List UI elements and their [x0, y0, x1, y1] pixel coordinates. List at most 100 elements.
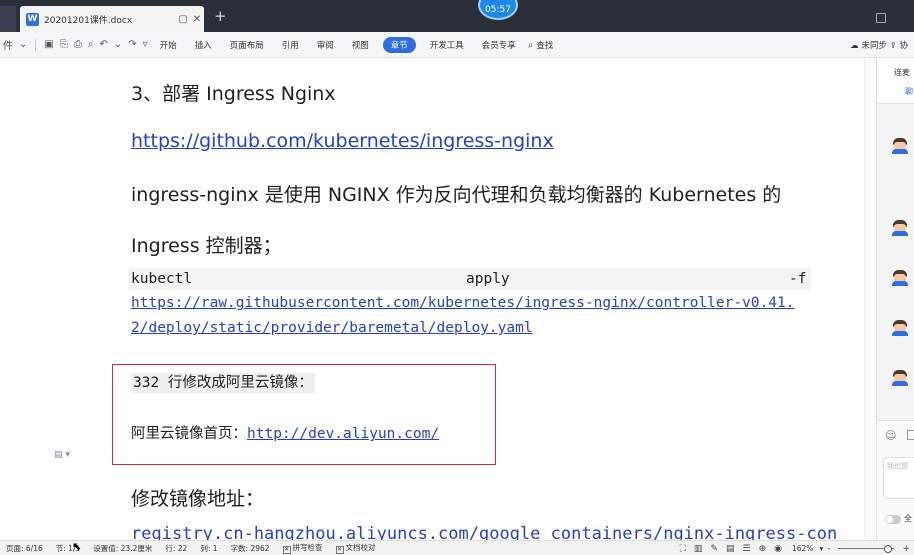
checkbox-icon: ✕ [335, 546, 344, 554]
avatar[interactable] [892, 320, 908, 336]
wps-writer-icon: W [26, 12, 39, 26]
avatar[interactable] [892, 220, 908, 236]
menu-page-layout[interactable]: 页面布局 [230, 39, 264, 51]
save-icon[interactable]: ▣ [44, 39, 53, 50]
menu-review[interactable]: 审阅 [317, 39, 334, 51]
code-line: kubectl apply -f [129, 268, 811, 290]
sync-label: 未同步 [861, 41, 887, 51]
separator [35, 38, 37, 51]
avatar[interactable] [892, 270, 908, 286]
zoom-dropdown-icon[interactable]: ▾ [819, 544, 823, 553]
zoom-in-button[interactable]: + [902, 544, 910, 554]
search-label: 查找 [536, 40, 554, 51]
word-count[interactable]: 字数: 2962 [231, 543, 270, 554]
menu-home[interactable]: 开始 [160, 39, 177, 51]
view-controls: ⛶ ▥ ✎ ▤ ☰ ⊕ ◉ 162% ▾ - + [676, 541, 914, 555]
aliyun-label: 阿里云镜像首页： [131, 426, 247, 442]
document-tab[interactable]: W 20201201课件.docx ▢ ✕ [20, 6, 204, 32]
quick-access-more-icon[interactable]: ▿ [143, 39, 148, 50]
side-panel-title: 连麦 [894, 68, 910, 77]
zoom-level[interactable]: 162% [792, 544, 813, 553]
fullscreen-icon[interactable]: ⛶ [680, 544, 686, 554]
menu-chapter[interactable]: 章节 [382, 36, 416, 53]
print-icon[interactable]: ⎙ [74, 39, 82, 50]
print-preview-icon[interactable]: ⌕ [88, 39, 94, 50]
side-panel-tab[interactable]: 聊 [905, 86, 913, 97]
document-page[interactable]: 3、部署 Ingress Nginx https://github.com/ku… [0, 58, 876, 540]
subheading: 修改镜像地址： [131, 488, 265, 510]
undo-dropdown-icon[interactable]: ⌄ [114, 39, 122, 50]
side-panel: 连麦 聊 ☺ 我也想 全 [876, 58, 914, 540]
web-view-icon[interactable]: ⊕ [759, 544, 767, 554]
eye-protection-icon[interactable]: ◉ [774, 544, 782, 554]
tab-message-icon[interactable]: ▢ [176, 14, 190, 25]
edit-mode-icon[interactable]: ✎ [710, 544, 718, 554]
menu-insert[interactable]: 插入 [195, 39, 212, 51]
status-bar: 页面: 6/16 节: 1/1 设置值: 23.2厘米 行: 22 列: 1 字… [0, 540, 914, 555]
recording-clock: 05:57 [478, 0, 518, 20]
mouse-cursor-icon: ⬉ [72, 540, 82, 553]
avatar[interactable] [892, 138, 908, 154]
proofread-button[interactable]: ✕ 文档校对 [335, 542, 376, 554]
chat-input-area: ☺ 我也想 全 [877, 420, 914, 540]
paragraph-line-1: ingress-nginx 是使用 NGINX 作为反向代理和负载均衡器的 Ku… [131, 184, 782, 206]
side-panel-header: 连麦 聊 [877, 58, 914, 104]
search-button[interactable]: ⌕ 查找 [525, 39, 554, 51]
page-view-icon[interactable]: ▤ [726, 544, 735, 554]
vertical-scrollbar[interactable] [864, 58, 876, 540]
page-indicator[interactable]: 页面: 6/16 [6, 543, 43, 554]
paragraph-marker-icon[interactable]: ▤ ▾ [54, 450, 70, 460]
code-command: kubectl [131, 271, 193, 287]
chat-input[interactable]: 我也想 [883, 457, 914, 499]
cloud-icon: ☁ [850, 41, 859, 51]
title-bar: W 20201201课件.docx ▢ ✕ + 05:57 [0, 0, 914, 32]
row-indicator: 行: 22 [165, 543, 188, 553]
sync-status[interactable]: ☁ 未同步 ⇪ 协 [850, 39, 908, 51]
search-icon: ⌕ [527, 39, 534, 51]
file-dropdown-icon[interactable]: ⌄ [19, 39, 27, 50]
emoji-icon[interactable]: ☺ [885, 429, 896, 442]
format-painter-icon[interactable]: ⎘ [60, 39, 68, 50]
spell-check-label: 拼写检查 [292, 543, 323, 552]
code-subcommand: apply [466, 271, 510, 287]
menu-references[interactable]: 引用 [282, 39, 299, 51]
toggle-label: 全 [904, 514, 912, 523]
window-control-icon[interactable] [876, 13, 886, 23]
undo-icon[interactable]: ↶ [99, 39, 107, 50]
checkbox-icon: ✕ [282, 546, 291, 554]
previous-tab-stub[interactable] [0, 6, 16, 32]
menu-member[interactable]: 会员专享 [482, 39, 516, 51]
zoom-slider[interactable] [838, 545, 895, 553]
deploy-url-line-1[interactable]: https://raw.githubusercontent.com/kubern… [131, 295, 794, 311]
box-line-1-text: 332 行修改成阿里云镜像： [131, 373, 315, 393]
share-icon: ⇪ [889, 41, 897, 51]
close-tab-icon[interactable]: ✕ [190, 14, 204, 25]
image-icon[interactable] [907, 430, 914, 440]
menu-view[interactable]: 视图 [352, 39, 369, 51]
code-flag: -f [789, 271, 807, 287]
spell-check-toggle[interactable]: ✕ 拼写检查 [282, 542, 323, 554]
redo-icon[interactable]: ↷ [128, 39, 136, 50]
avatar[interactable] [892, 370, 908, 386]
setting-value[interactable]: 设置值: 23.2厘米 [93, 543, 152, 554]
file-menu[interactable]: 件 [3, 37, 13, 52]
registry-url-partial[interactable]: registry.cn-hangzhou.aliyuncs.com/google… [131, 524, 837, 540]
toggle-switch[interactable] [885, 515, 901, 524]
zoom-out-button[interactable]: - [827, 544, 830, 554]
box-line-1: 332 行修改成阿里云镜像： [131, 371, 315, 393]
read-mode-icon[interactable]: ▥ [694, 544, 703, 554]
github-link[interactable]: https://github.com/kubernetes/ingress-ng… [131, 130, 554, 152]
aliyun-link[interactable]: http://dev.aliyun.com/ [247, 426, 439, 442]
outline-view-icon[interactable]: ☰ [743, 544, 751, 554]
column-indicator: 列: 1 [200, 543, 218, 553]
menu-developer[interactable]: 开发工具 [430, 39, 464, 51]
ribbon-toolbar: 件 ⌄ ▣ ⎘ ⎙ ⌕ ↶ ⌄ ↷ ▿ 开始 插入 页面布局 引用 审阅 视图 … [0, 32, 914, 58]
paragraph-line-2: Ingress 控制器； [131, 235, 282, 257]
section-heading: 3、部署 Ingress Nginx [131, 83, 336, 105]
proofread-label: 文档校对 [345, 543, 376, 552]
new-tab-button[interactable]: + [214, 9, 227, 24]
deploy-url-line-2[interactable]: 2/deploy/static/provider/baremetal/deplo… [131, 320, 533, 336]
box-line-2: 阿里云镜像首页：http://dev.aliyun.com/ [131, 422, 439, 443]
sync-extra-label: 协 [899, 41, 908, 51]
document-tab-title: 20201201课件.docx [44, 15, 133, 26]
